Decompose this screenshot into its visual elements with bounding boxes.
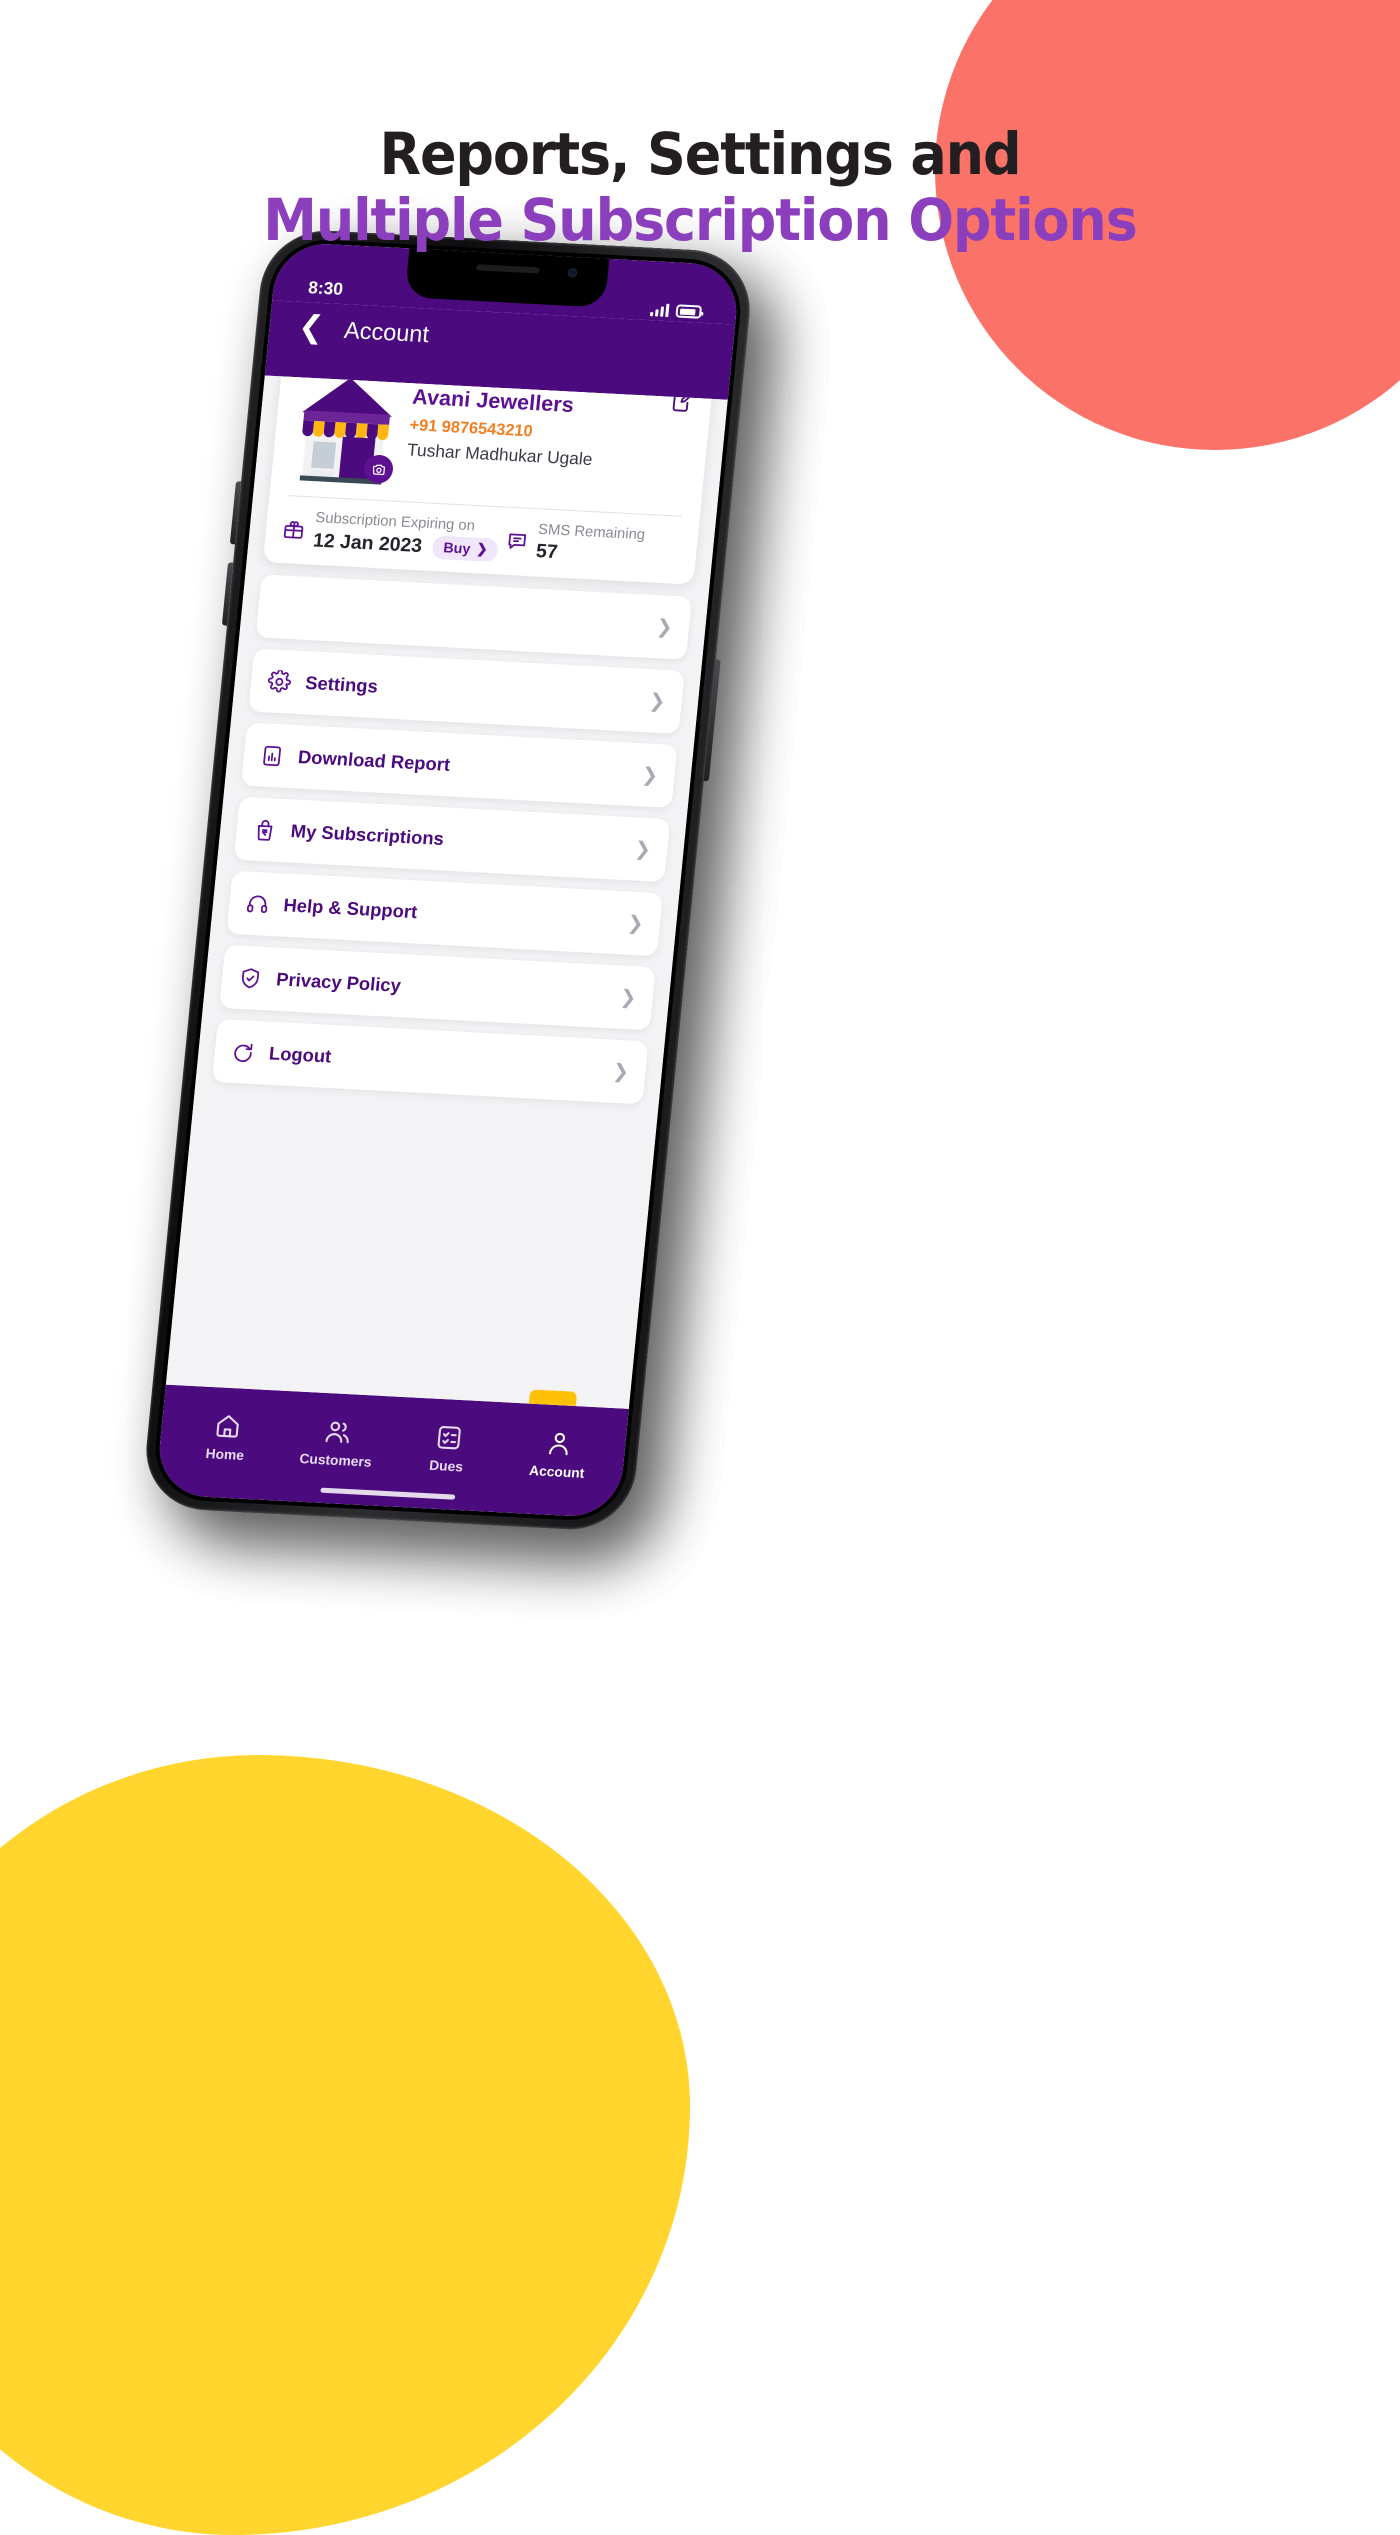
menu-item-help-support[interactable]: Help & Support ❯ <box>226 870 663 957</box>
chat-message-icon <box>504 520 530 558</box>
dues-checklist-icon <box>437 1425 461 1449</box>
subscription-info: Subscription Expiring on 12 Jan 2023 Buy… <box>312 510 501 563</box>
page-headline: Reports, Settings and Multiple Subscript… <box>0 120 1400 254</box>
chevron-left-icon[interactable]: ❮ <box>297 309 326 346</box>
front-camera <box>567 267 578 278</box>
home-indicator <box>320 1487 456 1500</box>
floating-action-peek[interactable] <box>528 1389 578 1407</box>
nav-label: Home <box>205 1445 245 1463</box>
nav-label: Account <box>528 1462 586 1481</box>
menu-item-label: Help & Support <box>282 894 419 922</box>
business-phone: +91 9876543210 <box>408 416 534 441</box>
menu-item-label: Download Report <box>297 746 452 775</box>
bar-chart-document-icon <box>259 743 285 768</box>
profile-text-block: Avani Jewellers +91 9876543210 Tushar Ma… <box>406 377 599 470</box>
account-person-icon <box>549 1432 568 1455</box>
headline-line-1: Reports, Settings and <box>379 120 1022 188</box>
headline-line-2: Multiple Subscription Options <box>263 185 1138 254</box>
shop-storefront-icon <box>287 376 404 491</box>
menu-item-label: Privacy Policy <box>275 968 402 996</box>
chevron-right-icon: ❯ <box>648 690 667 713</box>
chevron-right-icon: ❯ <box>633 838 652 861</box>
menu-item-download-report[interactable]: Download Report ❯ <box>241 722 678 809</box>
menu-item-label: Logout <box>268 1042 333 1067</box>
owner-name: Tushar Madhukar Ugale <box>406 440 594 470</box>
nav-label: Dues <box>428 1457 464 1475</box>
nav-label: Customers <box>298 1450 373 1470</box>
chevron-right-icon: ❯ <box>655 615 674 639</box>
sms-label: SMS Remaining <box>537 521 646 544</box>
menu-item-label: My Subscriptions <box>289 820 445 849</box>
gear-icon <box>267 669 293 694</box>
nav-item-dues[interactable]: Dues <box>390 1421 506 1477</box>
profile-top-row: Avani Jewellers +91 9876543210 Tushar Ma… <box>287 376 696 506</box>
rupee-bag-icon <box>252 817 278 842</box>
signal-bars-icon <box>649 303 670 318</box>
earpiece-speaker <box>476 264 540 274</box>
account-menu-list: ❯ Settings ❯ Download Report ❯ My Subscr… <box>211 574 693 1105</box>
chevron-right-icon: ❯ <box>626 912 645 935</box>
chevron-right-icon: ❯ <box>475 540 489 557</box>
subscription-expiry-date: 12 Jan 2023 <box>312 529 424 557</box>
menu-item-label: Settings <box>304 672 379 697</box>
page-title: Account <box>343 315 431 347</box>
battery-icon <box>675 304 703 319</box>
gift-icon <box>281 508 307 546</box>
buy-button[interactable]: Buy ❯ <box>431 535 499 563</box>
home-icon <box>216 1414 239 1438</box>
phone-notch <box>404 244 610 308</box>
headset-icon <box>245 891 271 916</box>
phone-mockup: 8:30 ❮ Account Avani Jewellers +91 98765… <box>140 227 756 1533</box>
subscription-block: Subscription Expiring on 12 Jan 2023 Buy… <box>280 508 503 563</box>
logout-icon <box>230 1040 256 1065</box>
account-content: Avani Jewellers +91 9876543210 Tushar Ma… <box>165 375 728 1409</box>
status-bar-time: 8:30 <box>307 277 344 299</box>
phone-bezel: 8:30 ❮ Account Avani Jewellers +91 98765… <box>150 237 746 1523</box>
phone-screen: 8:30 ❮ Account Avani Jewellers +91 98765… <box>155 241 741 1519</box>
menu-item-blank[interactable]: ❯ <box>255 574 693 660</box>
nav-item-customers[interactable]: Customers <box>279 1415 395 1471</box>
shield-check-icon <box>237 966 263 991</box>
chevron-right-icon: ❯ <box>640 764 660 787</box>
customers-icon <box>325 1421 349 1443</box>
menu-item-logout[interactable]: Logout ❯ <box>211 1018 649 1105</box>
chevron-right-icon: ❯ <box>619 986 638 1009</box>
menu-item-my-subscriptions[interactable]: My Subscriptions ❯ <box>233 796 671 883</box>
sms-info: SMS Remaining 57 <box>535 522 646 569</box>
profile-card: Avani Jewellers +91 9876543210 Tushar Ma… <box>262 375 714 585</box>
chevron-right-icon: ❯ <box>611 1060 631 1083</box>
status-bar-indicators <box>649 303 703 319</box>
sms-block: SMS Remaining 57 <box>499 520 682 572</box>
menu-item-label <box>289 607 642 625</box>
decorative-yellow-blob <box>0 1755 690 2535</box>
menu-item-privacy-policy[interactable]: Privacy Policy ❯ <box>219 944 656 1031</box>
nav-item-home[interactable]: Home <box>169 1409 285 1465</box>
profile-meta-row: Subscription Expiring on 12 Jan 2023 Buy… <box>280 496 683 572</box>
buy-button-label: Buy <box>442 539 472 557</box>
nav-item-account[interactable]: Account <box>501 1426 617 1482</box>
sms-remaining-value: 57 <box>535 540 559 564</box>
phone-body: 8:30 ❮ Account Avani Jewellers +91 98765… <box>140 227 756 1533</box>
menu-item-settings[interactable]: Settings ❯ <box>248 648 685 734</box>
